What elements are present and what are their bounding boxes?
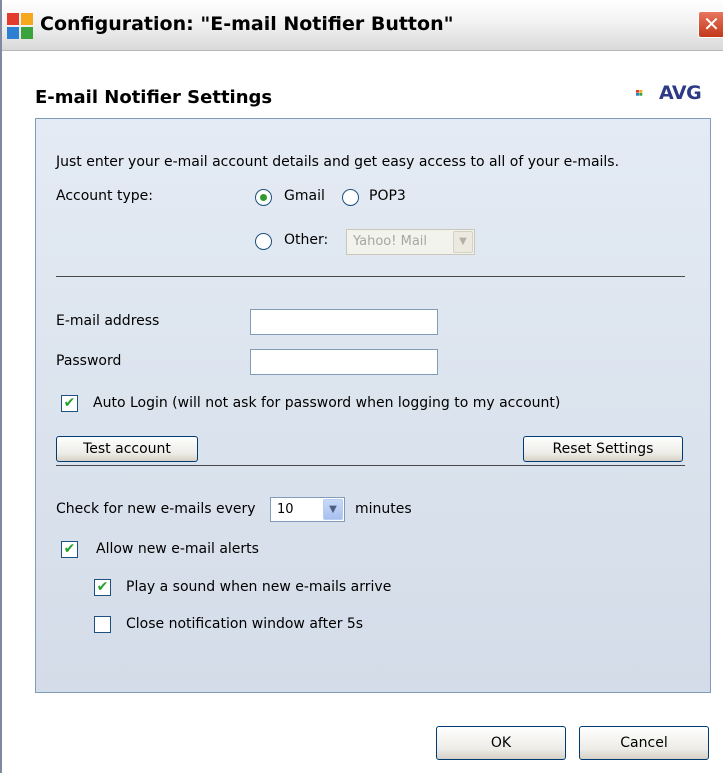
auto-login-checkbox[interactable]: ✔: [61, 395, 78, 412]
account-type-label: Account type:: [56, 188, 153, 204]
divider: [56, 465, 685, 466]
check-interval-suffix: minutes: [355, 501, 412, 517]
intro-text: Just enter your e-mail account details a…: [56, 154, 620, 170]
check-interval-prefix: Check for new e-mails every: [56, 501, 256, 517]
reset-settings-button[interactable]: Reset Settings: [523, 436, 683, 462]
email-address-label: E-mail address: [56, 313, 160, 329]
play-sound-label[interactable]: Play a sound when new e-mails arrive: [126, 579, 391, 595]
allow-alerts-label[interactable]: Allow new e-mail alerts: [96, 541, 259, 557]
window-title: Configuration: "E-mail Notifier Button": [40, 13, 454, 35]
checkmark-icon: ✔: [63, 541, 76, 557]
close-window-checkbox[interactable]: [94, 616, 111, 633]
avg-logo-text: AVG: [659, 82, 702, 104]
check-interval-select[interactable]: 10 ▼: [270, 497, 345, 522]
other-radio-label[interactable]: Other:: [284, 232, 328, 248]
title-bar[interactable]: Configuration: "E-mail Notifier Button" …: [2, 0, 723, 51]
gmail-radio-label[interactable]: Gmail: [284, 188, 325, 204]
email-address-input[interactable]: [250, 309, 438, 335]
gmail-radio[interactable]: [255, 189, 272, 206]
cancel-button[interactable]: Cancel: [579, 726, 709, 760]
allow-alerts-checkbox[interactable]: ✔: [61, 541, 78, 558]
pop3-radio-label[interactable]: POP3: [369, 188, 406, 204]
pop3-radio[interactable]: [342, 189, 359, 206]
test-account-button[interactable]: Test account: [56, 436, 198, 462]
play-sound-checkbox[interactable]: ✔: [94, 579, 111, 596]
ok-button[interactable]: OK: [436, 726, 566, 760]
divider: [56, 276, 685, 277]
chevron-down-icon: ▼: [323, 499, 343, 520]
password-input[interactable]: [250, 349, 438, 375]
password-label: Password: [56, 353, 122, 369]
other-provider-value: Yahoo! Mail: [353, 234, 428, 249]
other-provider-select[interactable]: Yahoo! Mail ▼: [346, 229, 475, 255]
auto-login-label[interactable]: Auto Login (will not ask for password wh…: [93, 395, 560, 411]
check-interval-value: 10: [277, 502, 294, 517]
other-radio[interactable]: [255, 233, 272, 250]
checkmark-icon: ✔: [63, 395, 76, 411]
close-window-label[interactable]: Close notification window after 5s: [126, 616, 363, 632]
checkmark-icon: ✔: [96, 579, 109, 595]
close-icon: ✕: [703, 12, 720, 36]
dialog-window: Configuration: "E-mail Notifier Button" …: [0, 0, 723, 773]
avg-logo-icon: [636, 90, 643, 96]
chevron-down-icon: ▼: [453, 231, 473, 253]
close-button[interactable]: ✕: [698, 11, 723, 38]
settings-heading: E-mail Notifier Settings: [35, 87, 273, 108]
avg-app-icon: [7, 13, 33, 39]
settings-panel: Just enter your e-mail account details a…: [35, 118, 711, 693]
